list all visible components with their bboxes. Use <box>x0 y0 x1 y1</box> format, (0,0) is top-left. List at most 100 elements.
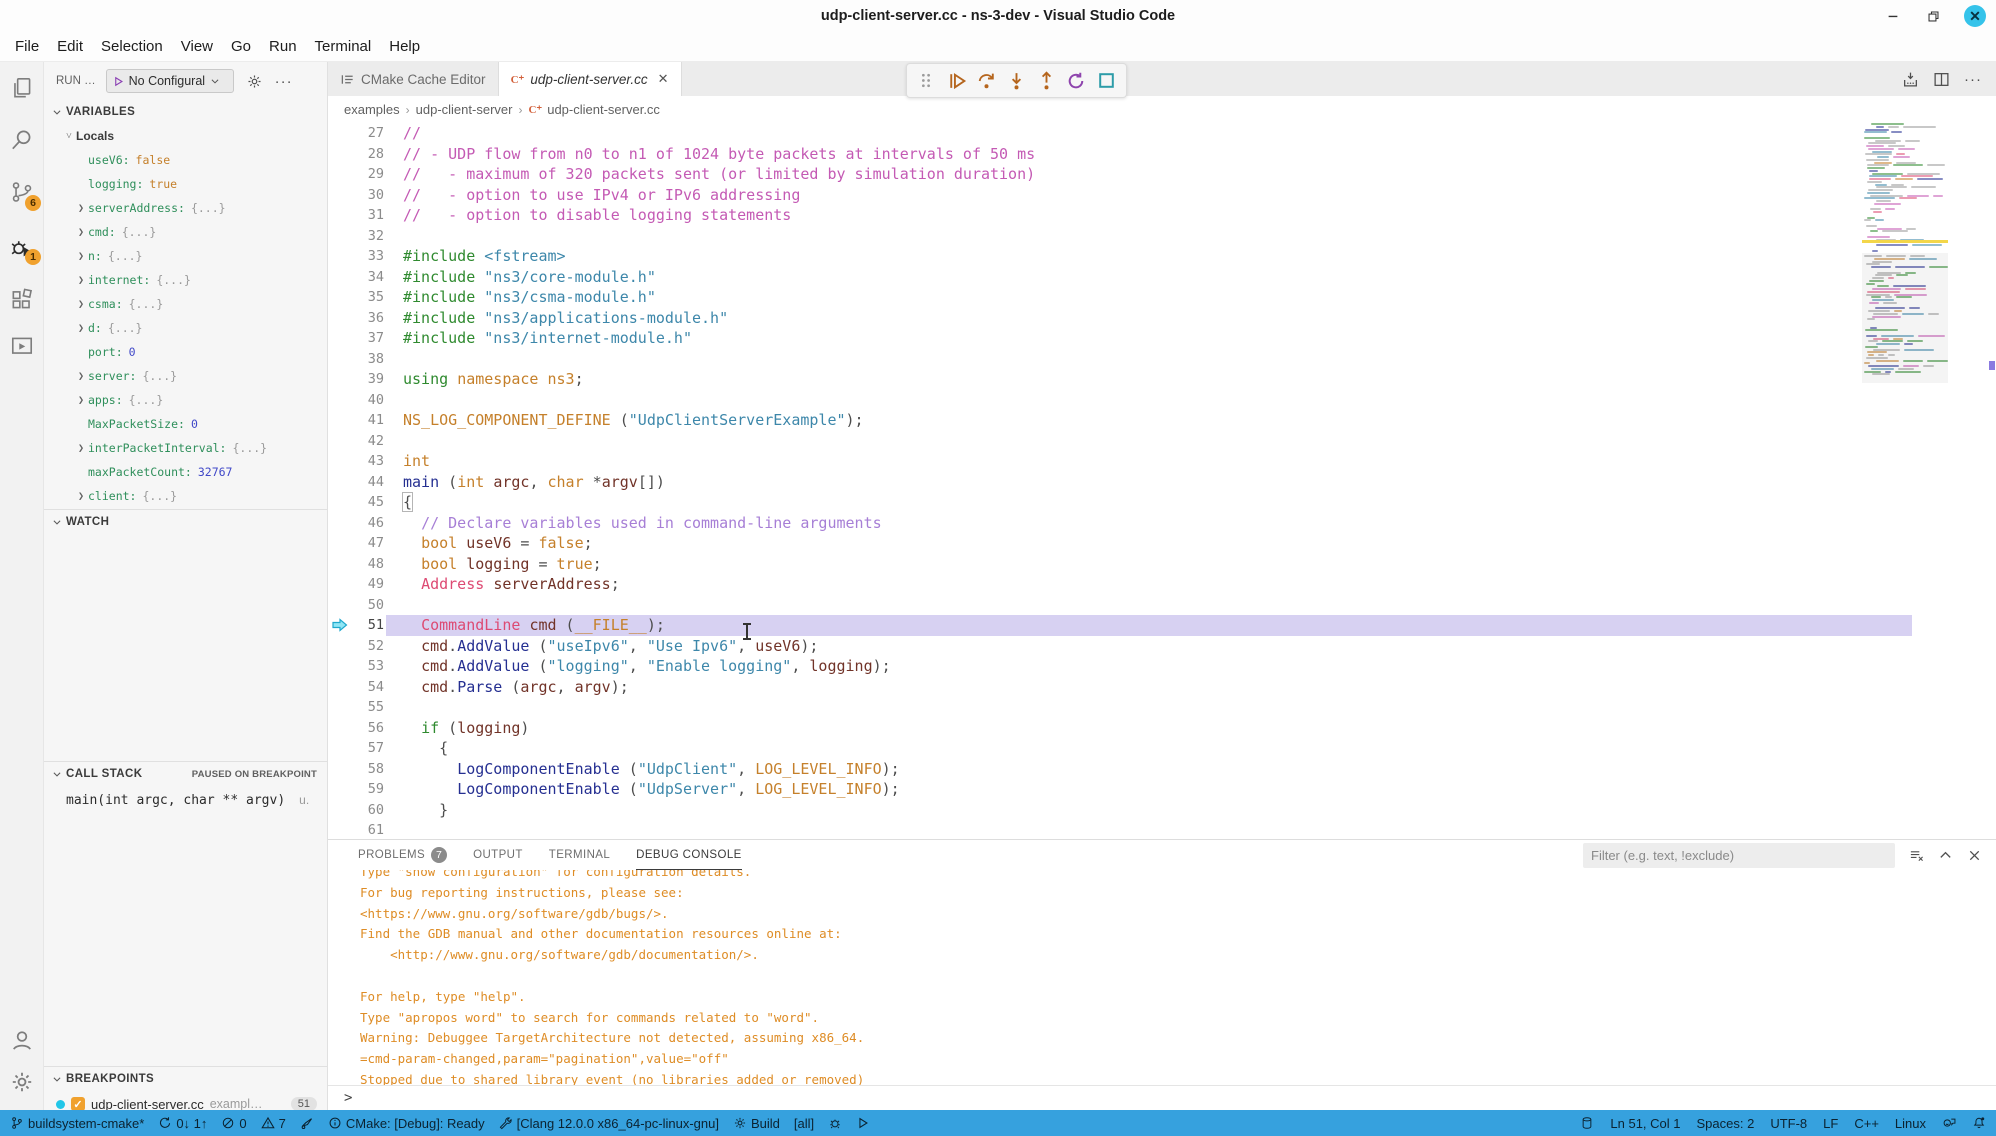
variable-row[interactable]: ❯internet:{...} <box>44 268 327 292</box>
statusbar-sync-changes[interactable]: 0↓ 1↑ <box>158 1116 207 1131</box>
code-line[interactable]: 61 <box>328 820 1996 839</box>
statusbar-debug-launch[interactable] <box>300 1116 314 1130</box>
code-line[interactable]: 51 CommandLine cmd (__FILE__); <box>328 615 1996 636</box>
line-number[interactable]: 46 <box>352 513 384 534</box>
line-number[interactable]: 34 <box>352 267 384 288</box>
line-number[interactable]: 31 <box>352 205 384 226</box>
statusbar-remote-os[interactable]: Linux <box>1895 1116 1926 1131</box>
line-number[interactable]: 56 <box>352 718 384 739</box>
tab-cmake-cache-editor[interactable]: CMake Cache Editor <box>328 62 499 96</box>
line-number[interactable]: 59 <box>352 779 384 800</box>
statusbar-cmake-kit[interactable]: [Clang 12.0.0 x86_64-pc-linux-gnu] <box>499 1116 719 1131</box>
breadcrumb-item[interactable]: C⁺ udp-client-server.cc <box>528 102 659 117</box>
split-editor-icon[interactable] <box>1933 71 1950 88</box>
code-line[interactable]: 60 } <box>328 800 1996 821</box>
variable-row[interactable]: port:0 <box>44 340 327 364</box>
run-settings-gear-icon[interactable] <box>246 73 263 90</box>
activity-settings[interactable] <box>0 1060 44 1104</box>
code-line[interactable]: 55 <box>328 697 1996 718</box>
activity-extensions[interactable] <box>0 278 44 322</box>
statusbar-indentation[interactable]: Spaces: 2 <box>1697 1116 1755 1131</box>
code-line[interactable]: 39using namespace ns3; <box>328 369 1996 390</box>
step-over-icon[interactable] <box>976 70 997 91</box>
code-line[interactable]: 38 <box>328 349 1996 370</box>
menu-view[interactable]: View <box>172 38 222 55</box>
line-number[interactable]: 39 <box>352 369 384 390</box>
call-stack-frame[interactable]: main(int argc, char ** argv)u. <box>44 788 327 812</box>
statusbar-warnings[interactable]: 7 <box>261 1116 286 1131</box>
variable-row[interactable]: ❯d:{...} <box>44 316 327 340</box>
variable-row[interactable]: ❯n:{...} <box>44 244 327 268</box>
activity-test-panel[interactable] <box>0 324 44 368</box>
code-line[interactable]: 30// - option to use IPv4 or IPv6 addres… <box>328 185 1996 206</box>
statusbar-encoding[interactable]: UTF-8 <box>1770 1116 1807 1131</box>
code-line[interactable]: 43int <box>328 451 1996 472</box>
code-line[interactable]: 31// - option to disable logging stateme… <box>328 205 1996 226</box>
line-number[interactable]: 48 <box>352 554 384 575</box>
variable-row[interactable]: ❯apps:{...} <box>44 388 327 412</box>
activity-run-and-debug[interactable]: 1 <box>0 224 44 268</box>
statusbar-cmake-build[interactable]: Build <box>733 1116 780 1131</box>
line-number[interactable]: 44 <box>352 472 384 493</box>
line-number[interactable]: 54 <box>352 677 384 698</box>
step-out-icon[interactable] <box>1036 70 1057 91</box>
line-number[interactable]: 57 <box>352 738 384 759</box>
code-line[interactable]: 28// - UDP flow from n0 to n1 of 1024 by… <box>328 144 1996 165</box>
code-line[interactable]: 56 if (logging) <box>328 718 1996 739</box>
minimize-icon[interactable] <box>1884 7 1902 25</box>
statusbar-cmake-debug[interactable] <box>828 1116 842 1130</box>
code-line[interactable]: 32 <box>328 226 1996 247</box>
line-number[interactable]: 53 <box>352 656 384 677</box>
code-line[interactable]: 37#include "ns3/internet-module.h" <box>328 328 1996 349</box>
statusbar-language-mode[interactable]: C++ <box>1854 1116 1879 1131</box>
line-number[interactable]: 51 <box>352 615 384 636</box>
statusbar-git-branch[interactable]: buildsystem-cmake* <box>10 1116 144 1131</box>
tab-udp-client-server-cc[interactable]: C⁺udp-client-server.cc✕ <box>499 62 682 96</box>
panel-tab-output[interactable]: OUTPUT <box>473 840 523 870</box>
menu-file[interactable]: File <box>6 38 48 55</box>
code-editor[interactable]: 27//28// - UDP flow from n0 to n1 of 102… <box>328 123 1996 839</box>
panel-tab-problems[interactable]: PROBLEMS7 <box>358 840 447 870</box>
breadcrumb-item[interactable]: udp-client-server <box>416 102 513 117</box>
section-header-call-stack[interactable]: CALL STACKPAUSED ON BREAKPOINT <box>44 762 327 786</box>
activity-source-control[interactable]: 6 <box>0 170 44 214</box>
line-number[interactable]: 61 <box>352 820 384 839</box>
breakpoint-checkbox[interactable]: ✓ <box>71 1097 85 1110</box>
breadcrumb-item[interactable]: examples <box>344 102 400 117</box>
restore-icon[interactable] <box>1924 7 1942 25</box>
minimap[interactable] <box>1862 123 1948 383</box>
line-number[interactable]: 41 <box>352 410 384 431</box>
more-actions-icon[interactable]: ··· <box>1964 71 1982 88</box>
line-number[interactable]: 43 <box>352 451 384 472</box>
close-panel-icon[interactable] <box>1967 848 1982 863</box>
variable-row[interactable]: ❯server:{...} <box>44 364 327 388</box>
line-number[interactable]: 36 <box>352 308 384 329</box>
line-number[interactable]: 35 <box>352 287 384 308</box>
menu-run[interactable]: Run <box>260 38 306 55</box>
line-number[interactable]: 33 <box>352 246 384 267</box>
menu-selection[interactable]: Selection <box>92 38 172 55</box>
statusbar-cmake-run[interactable] <box>856 1116 870 1130</box>
line-number[interactable]: 27 <box>352 123 384 144</box>
line-number[interactable]: 52 <box>352 636 384 657</box>
line-number[interactable]: 42 <box>352 431 384 452</box>
debug-console-output[interactable]: Type "show configuration" for configurat… <box>328 870 1996 1085</box>
panel-tab-terminal[interactable]: TERMINAL <box>549 840 610 870</box>
code-line[interactable]: 52 cmd.AddValue ("useIpv6", "Use Ipv6", … <box>328 636 1996 657</box>
code-line[interactable]: 34#include "ns3/core-module.h" <box>328 267 1996 288</box>
section-header-variables[interactable]: VARIABLES <box>44 100 327 124</box>
code-line[interactable]: 47 bool useV6 = false; <box>328 533 1996 554</box>
line-number[interactable]: 30 <box>352 185 384 206</box>
maximize-panel-icon[interactable] <box>1938 848 1953 863</box>
activity-accounts[interactable] <box>0 1018 44 1062</box>
debug-console-prompt[interactable]: > <box>328 1085 1996 1110</box>
close-tab-icon[interactable]: ✕ <box>658 71 669 87</box>
code-line[interactable]: 29// - maximum of 320 packets sent (or l… <box>328 164 1996 185</box>
statusbar-cursor-position[interactable]: Ln 51, Col 1 <box>1610 1116 1680 1131</box>
statusbar-notifications[interactable] <box>1972 1116 1986 1130</box>
statusbar-feedback[interactable] <box>1942 1116 1956 1130</box>
line-number[interactable]: 49 <box>352 574 384 595</box>
line-number[interactable]: 32 <box>352 226 384 247</box>
variable-row[interactable]: ❯cmd:{...} <box>44 220 327 244</box>
line-number[interactable]: 50 <box>352 595 384 616</box>
